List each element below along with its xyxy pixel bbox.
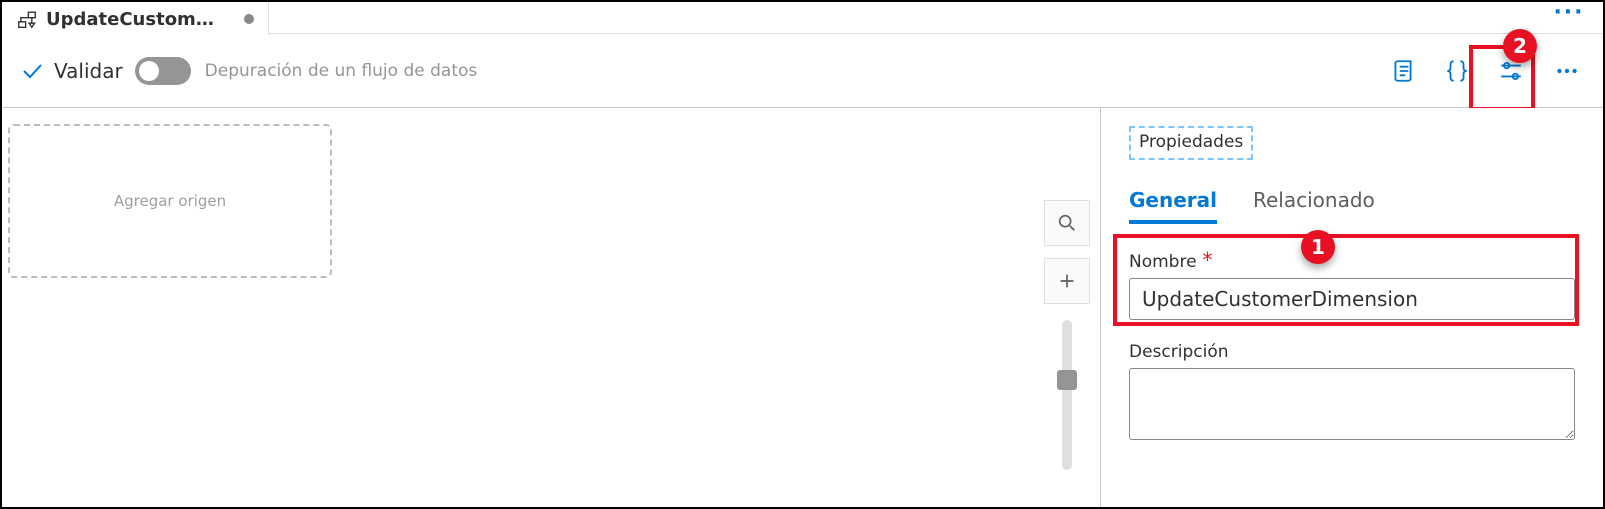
canvas-tools <box>1044 200 1090 470</box>
description-textarea[interactable] <box>1129 368 1575 440</box>
validate-label: Validar <box>54 59 123 83</box>
properties-tab[interactable]: Propiedades <box>1129 126 1253 160</box>
debug-toggle[interactable] <box>135 57 191 85</box>
tab-general[interactable]: General <box>1129 188 1217 224</box>
tab-related[interactable]: Relacionado <box>1253 188 1375 224</box>
more-icon[interactable] <box>1545 49 1589 93</box>
description-label: Descripción <box>1129 342 1575 362</box>
open-tab-dataflow[interactable]: UpdateCustomerDi... <box>2 2 268 34</box>
check-icon <box>20 59 44 83</box>
tab-title: UpdateCustomerDi... <box>46 9 226 30</box>
zoom-in-button[interactable] <box>1044 258 1090 304</box>
zoom-slider[interactable] <box>1062 320 1072 470</box>
toolbar-right <box>1381 34 1603 107</box>
toggle-knob <box>139 61 159 81</box>
add-source-placeholder[interactable]: Agregar origen <box>8 124 332 278</box>
braces-icon[interactable] <box>1435 49 1479 93</box>
properties-panel: Propiedades General Relacionado Nombre *… <box>1100 108 1603 507</box>
name-input[interactable] <box>1129 278 1575 320</box>
debug-toggle-label: Depuración de un flujo de datos <box>205 61 478 81</box>
zoom-slider-thumb[interactable] <box>1057 370 1077 390</box>
settings-sliders-icon[interactable] <box>1489 49 1533 93</box>
properties-subtabs: General Relacionado <box>1129 188 1575 224</box>
tab-bar-empty <box>268 2 1603 34</box>
dataflow-canvas[interactable]: Agregar origen <box>2 108 1100 507</box>
sub-toolbar: Validar Depuración de un flujo de datos <box>2 34 1603 108</box>
tab-overflow-button[interactable]: ··· <box>1549 0 1589 25</box>
required-asterisk-icon: * <box>1203 250 1213 270</box>
validate-button[interactable]: Validar <box>20 59 123 83</box>
add-source-label: Agregar origen <box>114 192 226 210</box>
tab-bar: UpdateCustomerDi... ··· <box>2 2 1603 34</box>
search-canvas-button[interactable] <box>1044 200 1090 246</box>
dataflow-icon <box>16 8 38 30</box>
script-icon[interactable] <box>1381 49 1425 93</box>
name-label: Nombre * <box>1129 252 1575 272</box>
unsaved-indicator-icon <box>244 14 254 24</box>
